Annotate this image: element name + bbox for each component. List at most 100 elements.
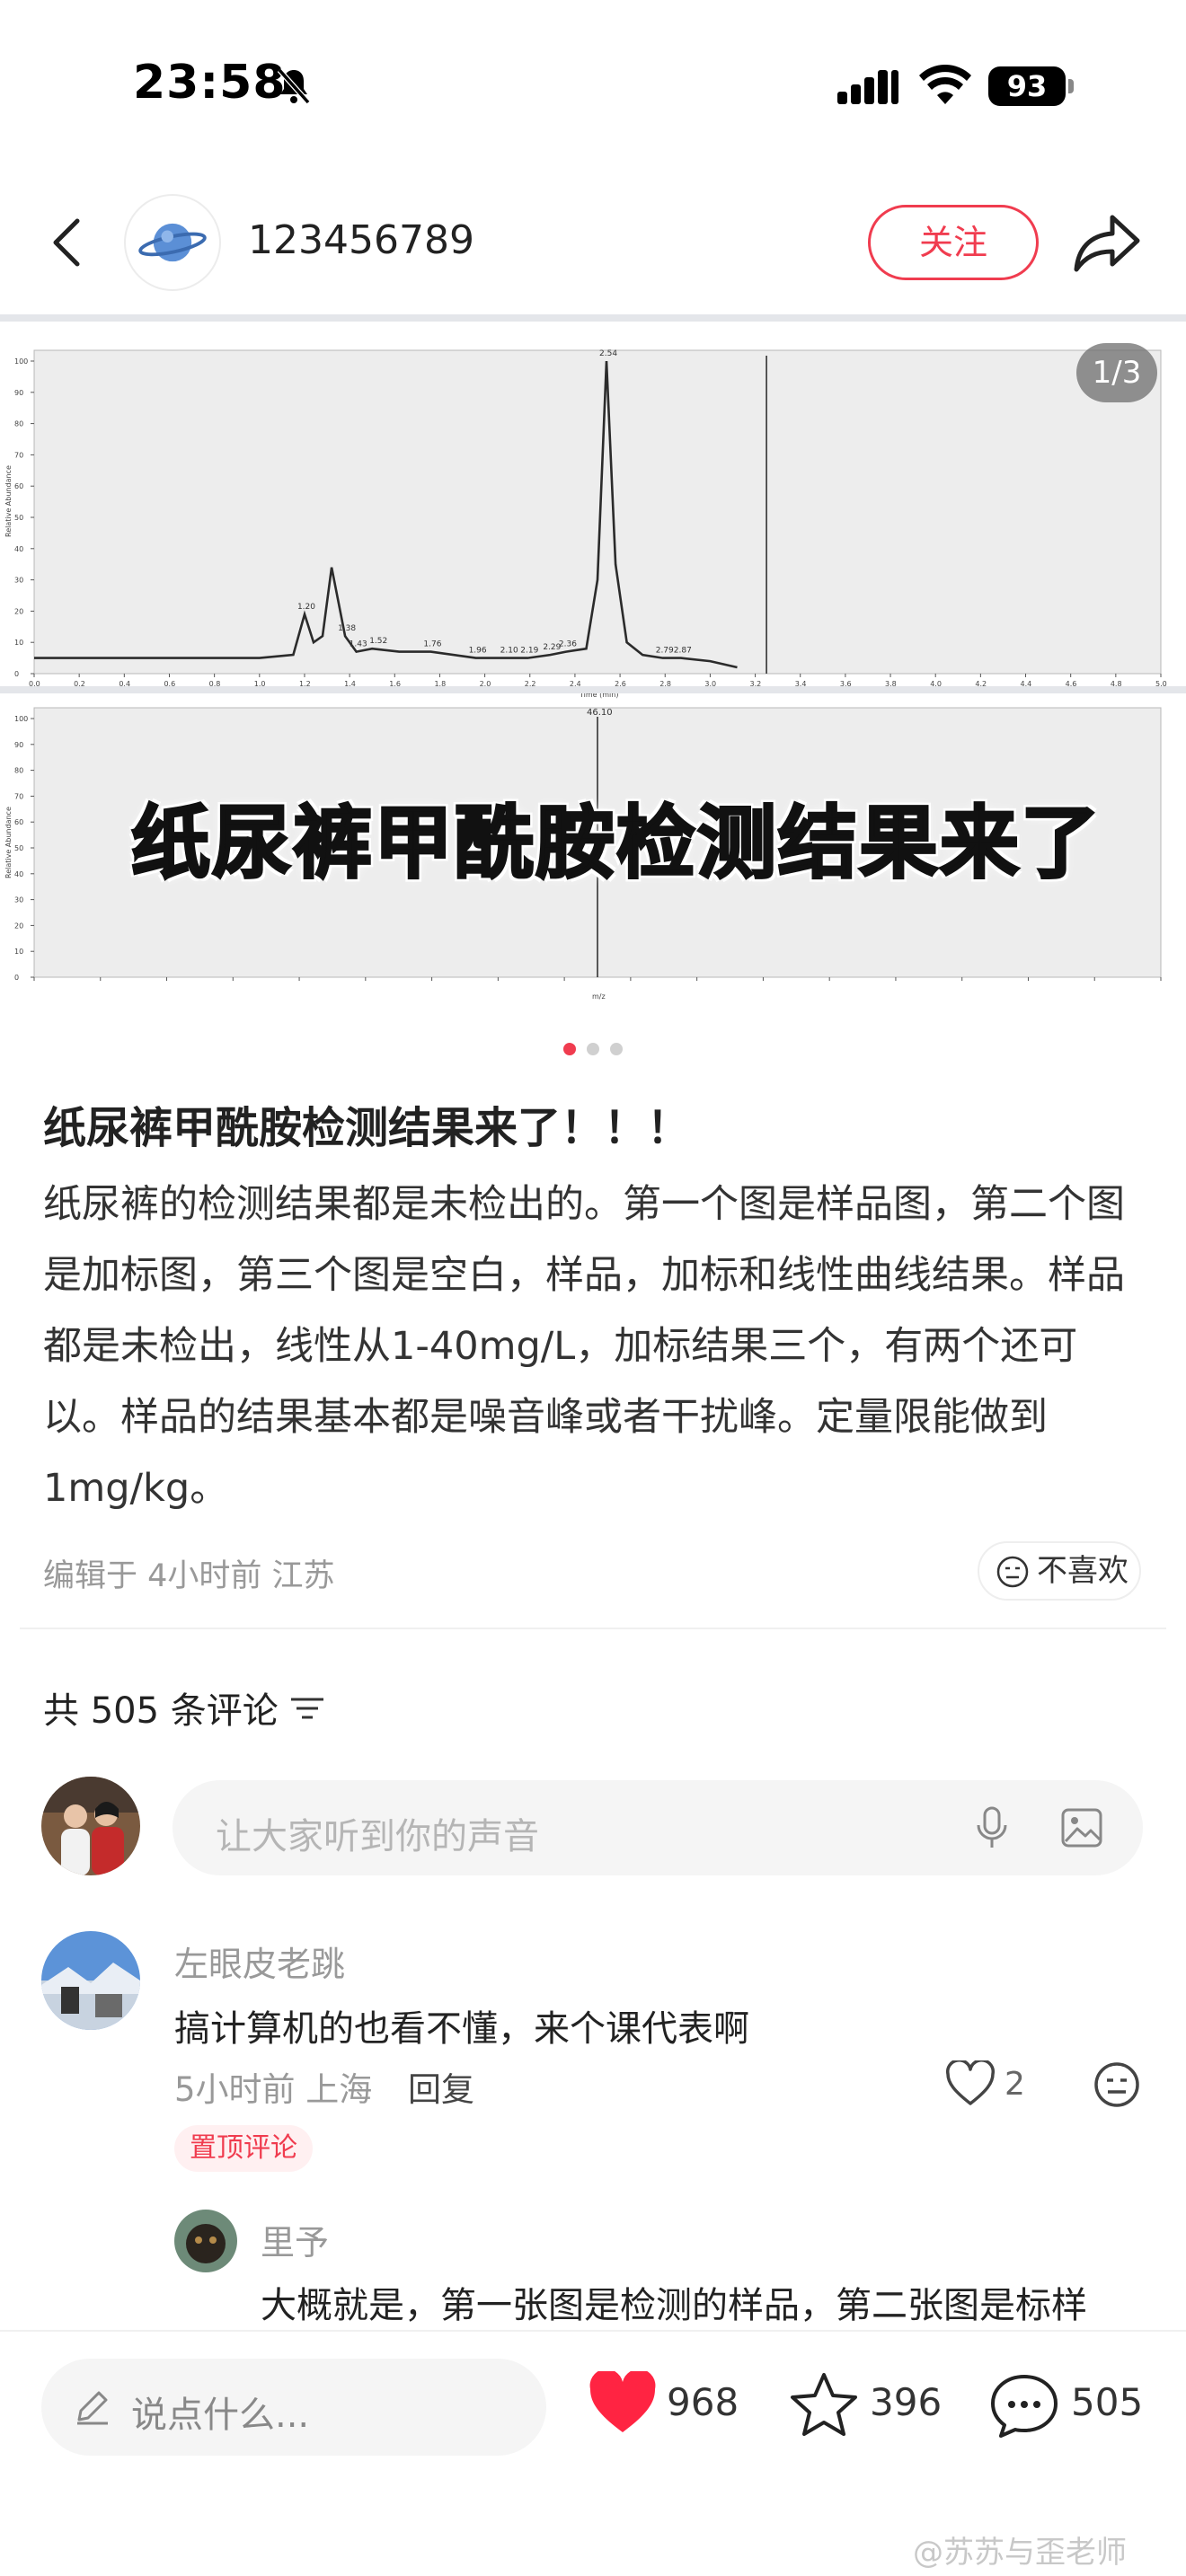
star-icon[interactable]: [789, 2371, 859, 2438]
image-overlay-title: 纸尿裤甲酰胺检测结果来了: [129, 796, 1102, 891]
post-header: 123456789 关注: [0, 180, 1186, 305]
cat-photo-avatar: [174, 2210, 237, 2272]
share-icon[interactable]: [1071, 210, 1143, 275]
commenter-name[interactable]: 左眼皮老跳: [174, 1936, 345, 1986]
y-tick-label: 70: [14, 451, 23, 459]
chart2-marker-label: 46.10: [587, 708, 613, 718]
carousel-dots: [0, 1042, 1186, 1063]
y-tick-label: 50: [14, 844, 23, 852]
say-something-placeholder: 说点什么...: [131, 2395, 310, 2436]
comment-text: 搞计算机的也看不懂，来个课代表啊: [174, 2008, 749, 2050]
y-tick-label: 90: [14, 389, 23, 397]
bottom-action-bar: 说点什么... 968 396 505 @苏苏与歪老师: [0, 2330, 1186, 2576]
say-something-input[interactable]: 说点什么...: [41, 2359, 546, 2456]
couple-photo-avatar: [41, 1777, 140, 1875]
comment-total-count: 505: [1071, 2380, 1144, 2424]
battery-cap: [1068, 79, 1074, 93]
peak-label: 2.10: [500, 647, 518, 656]
battery-level: 93: [988, 66, 1066, 106]
commenter-avatar[interactable]: [41, 1931, 140, 2030]
y-tick-label: 0: [14, 670, 19, 678]
dislike-post-button[interactable]: 不喜欢: [978, 1541, 1141, 1601]
x-axis-label: m/z: [592, 992, 606, 1001]
peak-label: 1.96: [469, 647, 487, 656]
y-tick-label: 60: [14, 818, 23, 826]
heart-filled-icon[interactable]: [588, 2371, 658, 2436]
peak-label: 2.36: [559, 640, 577, 649]
reply-author-name[interactable]: 里予: [261, 2215, 329, 2264]
carousel-dot-2[interactable]: [587, 1043, 599, 1055]
y-tick-label: 20: [14, 607, 23, 615]
comment-like-count: 2: [1005, 2066, 1025, 2103]
meh-face-icon: [996, 1556, 1029, 1588]
follow-button[interactable]: 关注: [868, 205, 1039, 280]
sort-filter-icon[interactable]: [289, 1696, 325, 1723]
chart1-plot-area: [33, 349, 1162, 675]
reply-button[interactable]: 回复: [408, 2062, 474, 2111]
status-bar: 23:58 93: [0, 0, 1186, 171]
y-tick-label: 60: [14, 482, 23, 490]
dislike-label: 不喜欢: [1037, 1553, 1128, 1589]
pinned-comment-badge: 置顶评论: [174, 2125, 313, 2172]
cellular-signal-icon: [837, 70, 898, 104]
reply-text: 大概就是，第一张图是检测的样品，第二张图是标样: [261, 2285, 1087, 2326]
image-icon[interactable]: [1060, 1807, 1103, 1848]
peak-label: 1.20: [297, 603, 315, 612]
comment-input-placeholder: 让大家听到你的声音: [216, 1816, 539, 1857]
pen-icon: [77, 2391, 108, 2425]
y-tick-label: 50: [14, 514, 23, 522]
y-axis-label: Relative Abundance: [4, 807, 13, 878]
favorite-count: 396: [870, 2380, 943, 2424]
peak-label: 2.19: [520, 647, 538, 656]
battery-indicator: 93: [988, 66, 1075, 106]
author-avatar[interactable]: [124, 194, 221, 291]
carousel-dot-3[interactable]: [610, 1043, 623, 1055]
microphone-icon[interactable]: [972, 1805, 1012, 1850]
image-carousel[interactable]: 0 10 20 30 40 50 60 70 80 90 100 0.0 0.2 0.4 0.6 0.8 1.0…: [0, 304, 1186, 1013]
y-tick-label: 100: [14, 715, 28, 723]
dislike-face-icon[interactable]: [1093, 2060, 1141, 2109]
section-divider: [20, 1628, 1166, 1629]
peak-label: 2.54: [599, 349, 617, 358]
comment-bubble-icon[interactable]: [988, 2371, 1060, 2439]
y-tick-label: 70: [14, 792, 23, 800]
back-arrow-icon[interactable]: [43, 214, 93, 271]
peak-label: 1.52: [369, 637, 387, 646]
peak-label: 2.87: [674, 647, 692, 656]
y-tick-label: 100: [14, 357, 28, 366]
silent-bell-icon: [277, 68, 311, 104]
reply-avatar[interactable]: [174, 2210, 237, 2272]
peak-label: 2.79: [656, 647, 674, 656]
comment-input[interactable]: 让大家听到你的声音: [173, 1780, 1143, 1875]
page-indicator: 1/3: [1076, 343, 1157, 402]
y-tick-label: 10: [14, 948, 23, 956]
y-tick-label: 10: [14, 639, 23, 647]
post-title: 纸尿裤甲酰胺检测结果来了！！！: [43, 1103, 691, 1153]
comment-count: 共 505 条评论: [43, 1690, 279, 1732]
post-body: 纸尿裤的检测结果都是未检出的。第一个图是样品图，第二个图是加标图，第三个图是空白…: [43, 1182, 1125, 1511]
y-axis-label: Relative Abundance: [4, 465, 13, 537]
chromatogram-image: 01020304050607080901000.0 0.2 0.4 0.6 0.8 1.0…: [0, 304, 1186, 1013]
y-tick-label: 80: [14, 767, 23, 775]
peak-label: 1.38: [338, 624, 356, 633]
carousel-dot-1[interactable]: [563, 1043, 576, 1055]
y-tick-label: 40: [14, 870, 23, 878]
y-tick-label: 30: [14, 896, 23, 904]
comment-meta: 5小时前 上海: [174, 2070, 373, 2109]
y-tick-label: 20: [14, 922, 23, 930]
heart-outline-icon[interactable]: [945, 2060, 996, 2107]
y-tick-label: 90: [14, 741, 23, 749]
landscape-photo-avatar: [41, 1931, 140, 2030]
current-user-avatar: [41, 1777, 140, 1875]
y-tick-label: 80: [14, 420, 23, 428]
peak-label: 1.43: [350, 640, 367, 649]
planet-icon: [138, 223, 207, 262]
like-count: 968: [667, 2380, 739, 2424]
y-tick-label: 0: [14, 974, 19, 982]
weibo-watermark: @苏苏与歪老师: [913, 2535, 1127, 2571]
author-username[interactable]: 123456789: [248, 217, 474, 263]
y-tick-label: 40: [14, 545, 23, 553]
status-time: 23:58: [133, 56, 287, 110]
wifi-icon: [919, 65, 971, 104]
peak-label: 1.76: [423, 640, 441, 649]
